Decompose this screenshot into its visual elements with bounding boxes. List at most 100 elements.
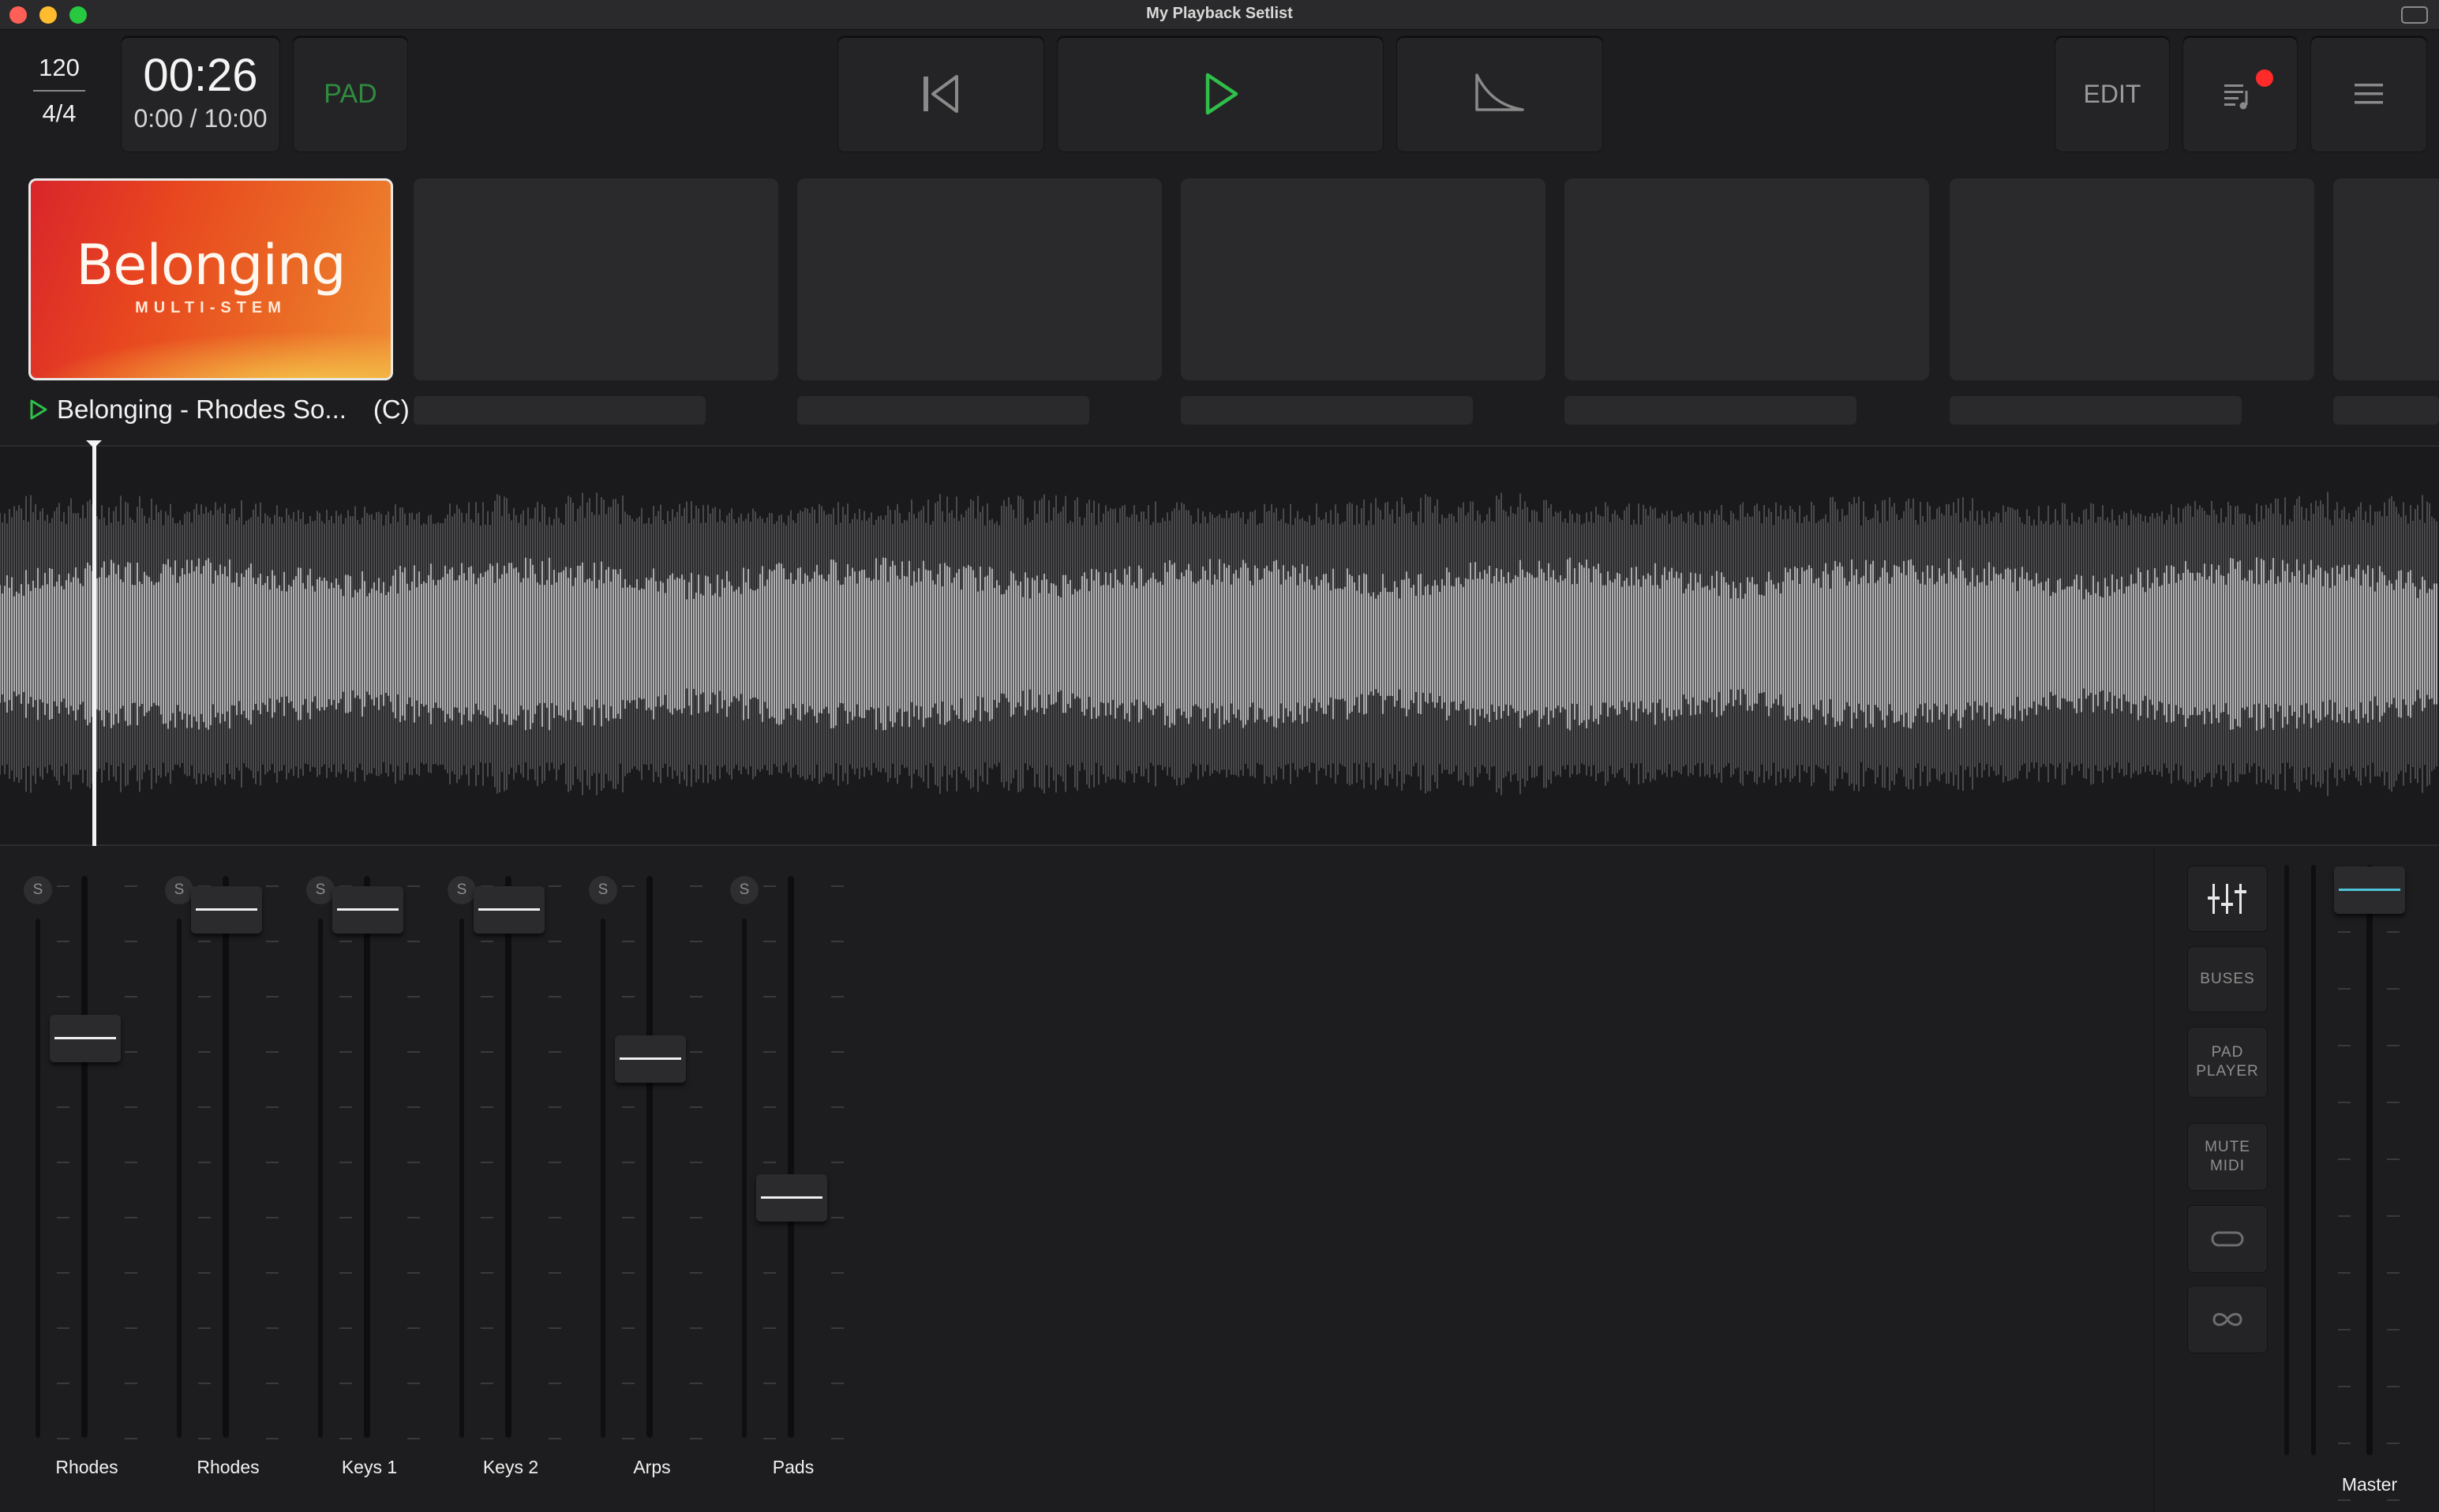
fader-track[interactable]	[788, 876, 794, 1438]
fade-out-button[interactable]	[1397, 36, 1602, 152]
playhead[interactable]	[92, 443, 96, 846]
fader-scale-tick	[198, 1327, 211, 1329]
tile-label-placeholder	[1564, 396, 1856, 425]
master-scale-tick	[2387, 1386, 2400, 1387]
fader-scale-tick	[549, 1383, 561, 1384]
master-scale-tick	[2338, 1443, 2351, 1444]
solo-button[interactable]: S	[589, 876, 617, 904]
channel-name: Pads	[772, 1457, 815, 1477]
fader-track[interactable]	[646, 876, 653, 1438]
fader-scale-tick	[198, 1383, 211, 1384]
fader-scale-tick	[125, 885, 137, 887]
fader-handle[interactable]	[615, 1035, 686, 1083]
infinite-loop-button[interactable]	[2188, 1286, 2267, 1353]
mixer-settings-button[interactable]	[2188, 866, 2267, 931]
pad-button[interactable]: PAD	[294, 36, 407, 152]
fader-scale-tick	[125, 1272, 137, 1274]
fader-scale-tick	[339, 996, 352, 997]
master-scale-tick	[2387, 931, 2400, 933]
song-tile-belonging[interactable]: Belonging MULTI-STEM	[28, 178, 393, 380]
master-scale-tick	[2338, 1045, 2351, 1046]
fader-scale-tick	[266, 1106, 279, 1108]
fader-scale-tick	[266, 1327, 279, 1329]
tempo-display[interactable]: 120 4/4	[24, 54, 95, 128]
fader-track[interactable]	[81, 876, 88, 1438]
song-tile-empty[interactable]	[1950, 178, 2314, 380]
fader-scale-tick	[57, 1327, 69, 1329]
song-tile-empty[interactable]	[797, 178, 1162, 380]
fader-scale-tick	[831, 1217, 844, 1218]
fader-scale-tick	[339, 1051, 352, 1053]
fader-track[interactable]	[505, 876, 511, 1438]
buses-button[interactable]: BUSES	[2188, 947, 2267, 1012]
solo-button[interactable]: S	[24, 876, 52, 904]
master-scale-tick	[2387, 1045, 2400, 1046]
active-song-label[interactable]: Belonging - Rhodes So... (C)	[28, 395, 410, 425]
sliders-icon	[2208, 884, 2246, 914]
fader-handle[interactable]	[191, 886, 262, 934]
song-tile-empty[interactable]	[1181, 178, 1545, 380]
song-tile-empty[interactable]	[2333, 178, 2439, 380]
edit-button[interactable]: EDIT	[2055, 36, 2169, 152]
fader-scale-tick	[763, 1327, 776, 1329]
pad-player-label-line1: PAD	[2211, 1044, 2244, 1061]
fader-scale-tick	[266, 1051, 279, 1053]
solo-button[interactable]: S	[730, 876, 759, 904]
solo-button[interactable]: S	[165, 876, 193, 904]
sidebar-toggle-icon[interactable]	[2401, 6, 2428, 24]
channel-strip: S Rhodes	[157, 873, 299, 1488]
fader-scale-tick	[831, 1327, 844, 1329]
fader-handle[interactable]	[50, 1015, 121, 1063]
fader-scale-tick	[407, 1327, 420, 1329]
master-scale-tick	[2338, 1499, 2351, 1501]
fader-scale-tick	[57, 885, 69, 887]
solo-button[interactable]: S	[448, 876, 476, 904]
tile-label-placeholder	[2333, 396, 2439, 425]
fader-track[interactable]	[364, 876, 370, 1438]
fader-scale-tick	[481, 1272, 493, 1274]
fader-track[interactable]	[223, 876, 229, 1438]
fader-scale-tick	[690, 1051, 702, 1053]
master-fader-handle[interactable]	[2334, 866, 2405, 914]
fader-handle[interactable]	[332, 886, 403, 934]
master-scale-tick	[2338, 988, 2351, 990]
fader-scale-tick	[57, 1106, 69, 1108]
fader-scale-tick	[481, 1383, 493, 1384]
fader-handle[interactable]	[756, 1174, 827, 1222]
solo-button[interactable]: S	[306, 876, 335, 904]
fader-scale-tick	[690, 1162, 702, 1163]
fader-scale-tick	[763, 1162, 776, 1163]
menu-button[interactable]	[2311, 36, 2426, 152]
song-tile-empty[interactable]	[414, 178, 778, 380]
waveform-timeline[interactable]	[0, 445, 2439, 846]
mute-midi-button[interactable]: MUTE MIDI	[2188, 1124, 2267, 1190]
fader-scale-tick	[622, 996, 635, 997]
master-scale-tick	[2387, 1158, 2400, 1160]
master-scale-tick	[2387, 988, 2400, 990]
master-fader-track[interactable]	[2366, 865, 2373, 1455]
play-button[interactable]	[1058, 36, 1383, 152]
fader-scale-tick	[690, 941, 702, 942]
previous-button[interactable]	[838, 36, 1043, 152]
fader-scale-tick	[407, 1272, 420, 1274]
fader-scale-tick	[407, 1162, 420, 1163]
loop-button[interactable]	[2188, 1206, 2267, 1272]
fader-scale-tick	[549, 1327, 561, 1329]
fader-scale-tick	[125, 941, 137, 942]
mute-midi-label-line1: MUTE	[2205, 1139, 2250, 1155]
fader-scale-tick	[763, 1272, 776, 1274]
fader-scale-tick	[481, 1327, 493, 1329]
pad-player-button[interactable]: PAD PLAYER	[2188, 1027, 2267, 1097]
time-display[interactable]: 00:26 0:00 / 10:00	[122, 36, 279, 152]
hamburger-menu-icon	[2355, 84, 2383, 104]
mute-midi-label-line2: MIDI	[2209, 1158, 2246, 1174]
fader-scale-tick	[549, 996, 561, 997]
song-tile-empty[interactable]	[1564, 178, 1929, 380]
fader-scale-tick	[622, 885, 635, 887]
fader-scale-tick	[763, 1051, 776, 1053]
fader-scale-tick	[339, 1217, 352, 1218]
song-key: (C)	[373, 395, 410, 424]
setlist-button[interactable]	[2183, 36, 2297, 152]
fader-scale-tick	[549, 885, 561, 887]
fader-handle[interactable]	[474, 886, 545, 934]
